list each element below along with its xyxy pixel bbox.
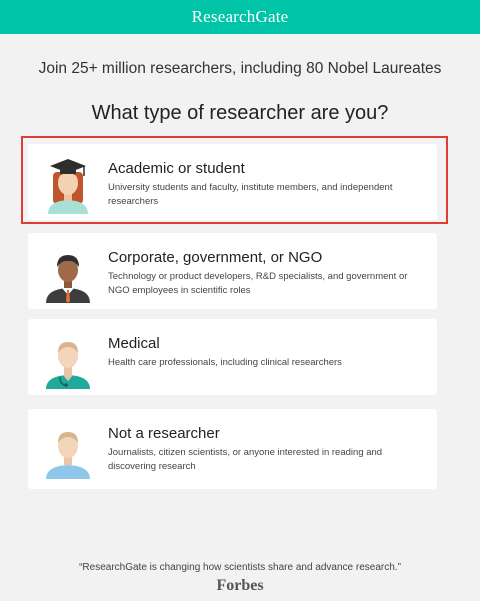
tagline: Join 25+ million researchers, including …: [38, 60, 442, 77]
testimonial-quote: “ResearchGate is changing how scientists…: [79, 562, 401, 573]
option-medical-description: Health care professionals, including cli…: [108, 357, 342, 368]
option-non-researcher-title: Not a researcher: [108, 425, 220, 442]
business-avatar-icon: [46, 255, 90, 303]
option-medical-card[interactable]: Medical Health care professionals, inclu…: [28, 319, 437, 395]
doctor-avatar-icon: [46, 342, 90, 389]
option-medical-title: Medical: [108, 335, 160, 352]
option-non-researcher-card[interactable]: Not a researcher Journalists, citizen sc…: [28, 409, 437, 489]
testimonial-source-logo: Forbes: [216, 577, 264, 594]
option-corporate-title: Corporate, government, or NGO: [108, 249, 323, 266]
top-bar: ResearchGate: [0, 0, 480, 34]
graduate-avatar-icon: [48, 159, 88, 214]
option-academic-title: Academic or student: [108, 160, 245, 177]
page-title: What type of researcher are you?: [91, 102, 389, 124]
person-avatar-icon: [46, 432, 90, 479]
option-non-researcher-description: Journalists, citizen scientists, or anyo…: [108, 447, 383, 472]
option-corporate-card[interactable]: Corporate, government, or NGO Technology…: [28, 233, 437, 309]
option-academic-description: University students and faculty, institu…: [108, 182, 393, 207]
brand-logo[interactable]: ResearchGate: [192, 7, 289, 27]
option-academic-card[interactable]: Academic or student University students …: [28, 144, 437, 220]
option-corporate-description: Technology or product developers, R&D sp…: [108, 271, 408, 296]
